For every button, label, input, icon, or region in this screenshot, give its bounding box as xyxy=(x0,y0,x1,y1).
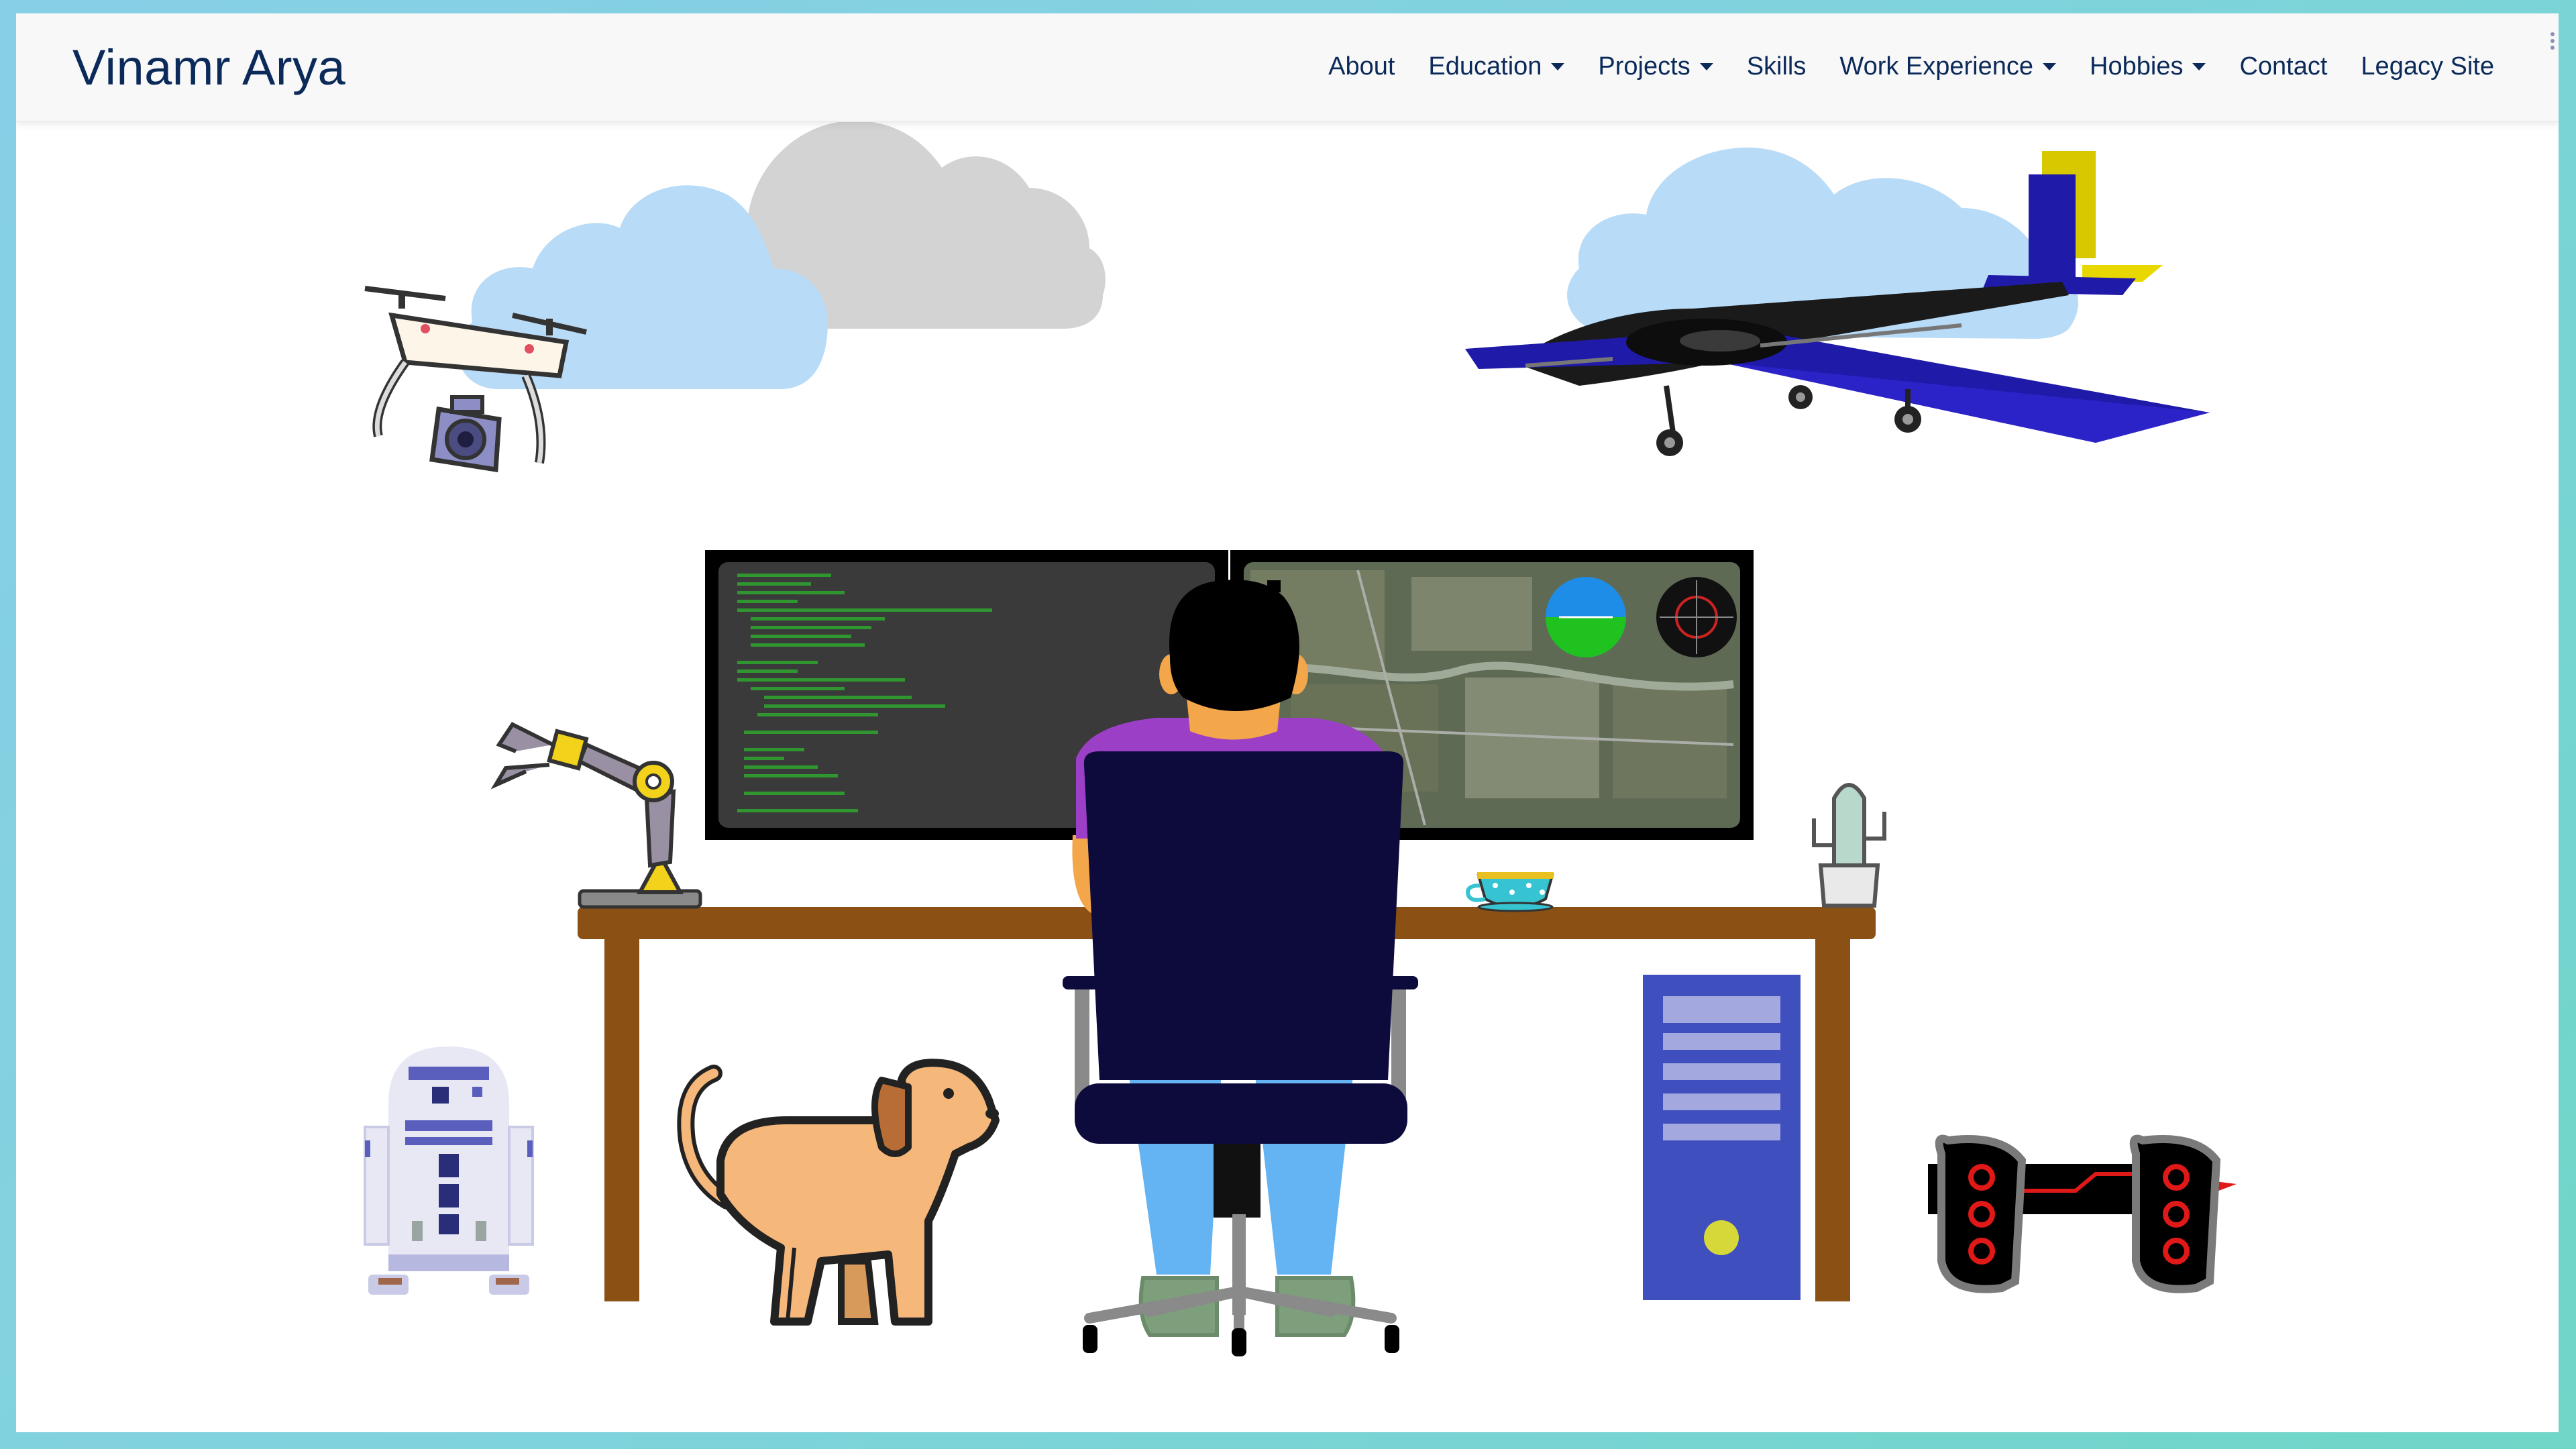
nav-hobbies-dropdown[interactable]: Hobbies xyxy=(2090,52,2206,81)
dog-icon xyxy=(677,1059,1000,1326)
nav-about[interactable]: About xyxy=(1328,52,1395,81)
nav-skills-label: Skills xyxy=(1746,52,1807,80)
caret-down-icon xyxy=(1699,63,1713,70)
nav-hobbies-label: Hobbies xyxy=(2090,52,2184,80)
nav-legacy-site-label: Legacy Site xyxy=(2361,52,2494,80)
nav-menu: About Education Projects Skills Work Exp… xyxy=(1328,52,2494,81)
nav-contact[interactable]: Contact xyxy=(2239,52,2327,81)
hero-illustration xyxy=(364,121,2237,1356)
office-chair xyxy=(1063,751,1418,1356)
nav-about-label: About xyxy=(1328,52,1395,80)
nav-projects-dropdown[interactable]: Projects xyxy=(1598,52,1713,81)
brand-link[interactable]: Vinamr Arya xyxy=(72,39,345,96)
nav-education-dropdown[interactable]: Education xyxy=(1428,52,1565,81)
pc-tower-icon xyxy=(1643,975,1801,1300)
nav-work-experience-label: Work Experience xyxy=(1839,52,2034,80)
browser-window: Vinamr Arya About Education Projects Ski… xyxy=(16,13,2559,1432)
top-navbar: Vinamr Arya About Education Projects Ski… xyxy=(16,13,2559,122)
nav-work-experience-dropdown[interactable]: Work Experience xyxy=(1839,52,2057,81)
rover-icon xyxy=(1928,1134,2237,1293)
caret-down-icon xyxy=(2192,63,2206,70)
nav-education-label: Education xyxy=(1428,52,1542,80)
caret-down-icon xyxy=(1551,63,1565,70)
caret-down-icon xyxy=(2043,63,2057,70)
teacup-icon xyxy=(1466,872,1554,912)
r2d2-icon xyxy=(364,1046,534,1295)
nav-legacy-site[interactable]: Legacy Site xyxy=(2361,52,2494,81)
robot-arm-icon xyxy=(490,722,702,909)
cactus-icon xyxy=(1812,783,1886,908)
nav-skills[interactable]: Skills xyxy=(1747,52,1807,81)
nav-projects-label: Projects xyxy=(1598,52,1690,80)
scrollbar-handle[interactable] xyxy=(2549,30,2556,52)
nav-contact-label: Contact xyxy=(2239,52,2328,80)
